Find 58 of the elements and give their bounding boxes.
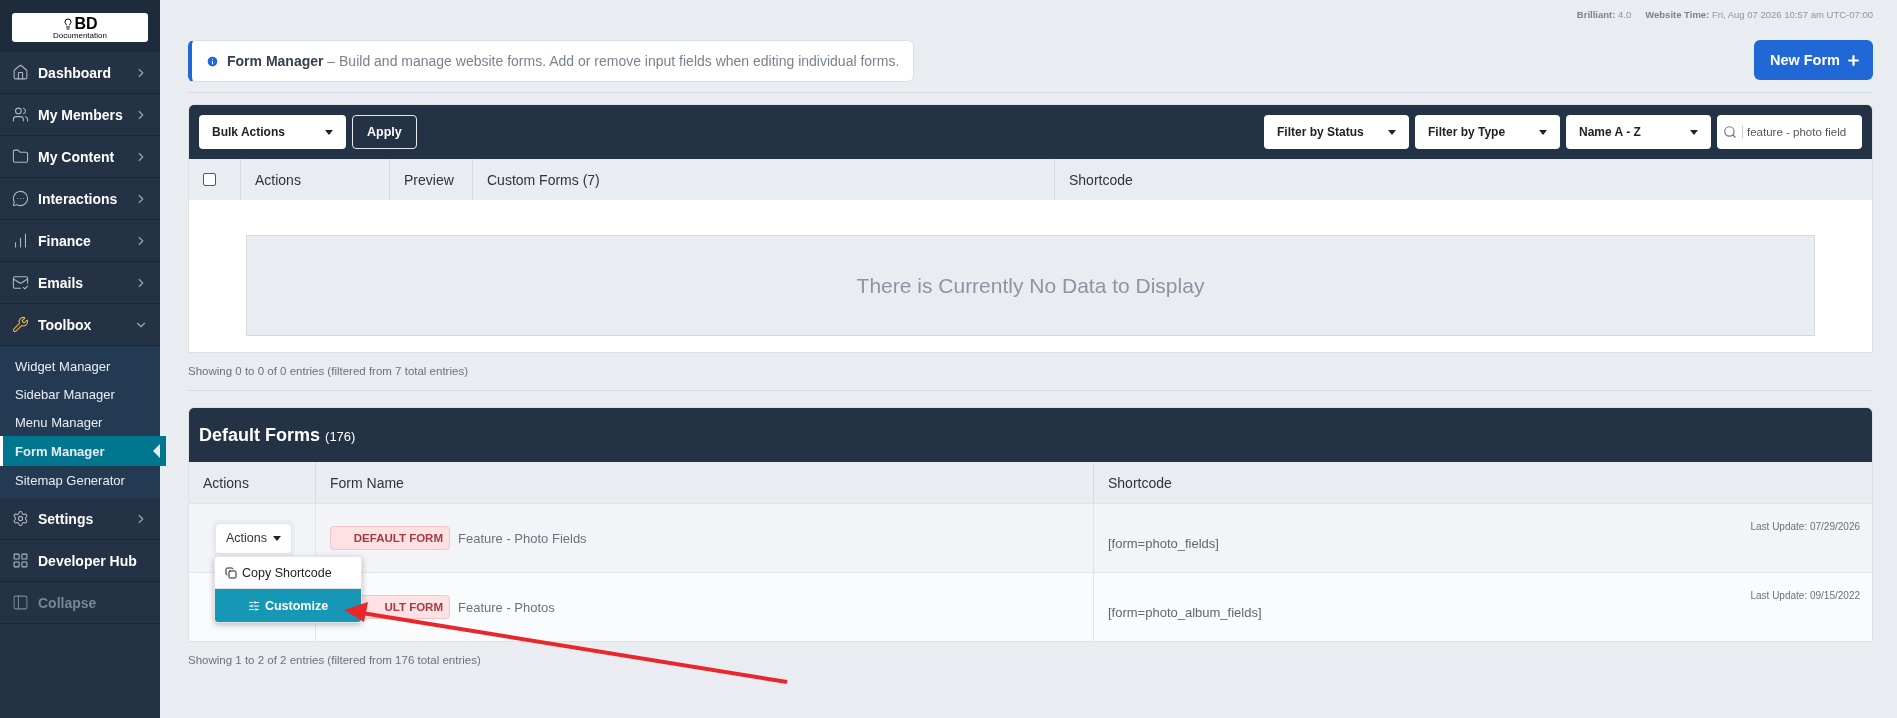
menu-item[interactable]: Copy Shortcode — [215, 557, 361, 588]
sliders-icon — [247, 599, 260, 612]
sidebar-item[interactable]: Interactions — [0, 178, 160, 220]
plus-icon — [1846, 52, 1861, 68]
column-header: Custom Forms (7) — [473, 159, 1055, 200]
form-badge: DEFAULT FORM — [330, 526, 450, 550]
bulk-actions-select[interactable]: Bulk Actions — [199, 115, 346, 149]
column-header: Shortcode — [1068, 170, 1134, 190]
form-name: Feature - Photo Fields — [458, 530, 587, 546]
shortcode-text: [form=photo_album_fields] — [1108, 603, 1262, 620]
select-all-checkbox[interactable] — [203, 173, 216, 186]
sidebar-item[interactable]: Finance — [0, 220, 160, 262]
sidebar-item[interactable]: Dashboard — [0, 52, 160, 94]
grid-icon — [12, 552, 29, 569]
last-update-text: Last Update: 09/15/2022 — [1750, 590, 1860, 601]
folder-icon — [12, 148, 29, 165]
entries-info: Showing 0 to 0 of 0 entries (filtered from 7 total entries) — [188, 364, 469, 379]
house-icon — [12, 64, 29, 81]
sidebar-item[interactable]: My Members — [0, 94, 160, 136]
logo[interactable]: BD Documentation — [12, 13, 148, 42]
last-update-text: Last Update: 07/29/2026 — [1750, 521, 1860, 532]
new-form-button[interactable]: New Form — [1753, 40, 1873, 80]
search-field[interactable]: feature - photo field — [1717, 115, 1862, 149]
notice-text: Form Manager – Build and manage website forms. Add or remove input fields when editing individual forms. — [227, 53, 900, 69]
filter-select[interactable]: Name A - Z — [1566, 115, 1711, 149]
wrench-icon — [12, 316, 29, 333]
mail-icon — [12, 274, 29, 291]
users-icon — [12, 106, 29, 123]
panel-title: Default Forms (176) — [199, 424, 356, 446]
settings-icon — [12, 510, 29, 527]
sidebar-item[interactable]: Developer Hub — [0, 540, 160, 582]
sidebar-item[interactable]: Emails — [0, 262, 160, 304]
sidebar-subitem[interactable]: Widget Manager — [0, 352, 160, 380]
search-icon — [1723, 125, 1737, 139]
form-name: Feature - Photos — [458, 599, 555, 615]
column-header: Actions — [241, 159, 390, 200]
chat-icon — [12, 190, 29, 207]
sidebar-subitem[interactable]: Menu Manager — [0, 408, 160, 436]
entries-info: Showing 1 to 2 of 2 entries (filtered from 176 total entries) — [188, 653, 482, 668]
filter-select[interactable]: Filter by Type — [1415, 115, 1560, 149]
sidebar-item[interactable]: My Content — [0, 136, 160, 178]
info-icon — [206, 54, 219, 68]
empty-message: There is Currently No Data to Display — [246, 235, 1815, 336]
sidebar-subitem[interactable]: Sitemap Generator — [0, 466, 160, 494]
column-header: Preview — [390, 159, 473, 200]
shortcode-text: [form=photo_fields] — [1108, 534, 1219, 551]
sidebar-subitem[interactable]: Form Manager — [0, 436, 166, 466]
column-header: Shortcode — [1107, 473, 1173, 493]
actions-button[interactable]: Actions — [215, 522, 292, 554]
sidebar-subitem[interactable]: Sidebar Manager — [0, 380, 160, 408]
apply-button[interactable]: Apply — [352, 115, 417, 149]
meta-text: Website Time: Fri, Aug 07 2026 10:57 am UTC-07:00 — [1645, 9, 1873, 22]
filter-select[interactable]: Filter by Status — [1264, 115, 1409, 149]
meta-text: Brilliant: 4.0 — [1576, 9, 1632, 22]
panel-icon — [12, 594, 29, 611]
sidebar-item[interactable]: Settings — [0, 498, 160, 540]
copy-icon — [225, 566, 237, 579]
bar-chart-icon — [12, 232, 29, 249]
